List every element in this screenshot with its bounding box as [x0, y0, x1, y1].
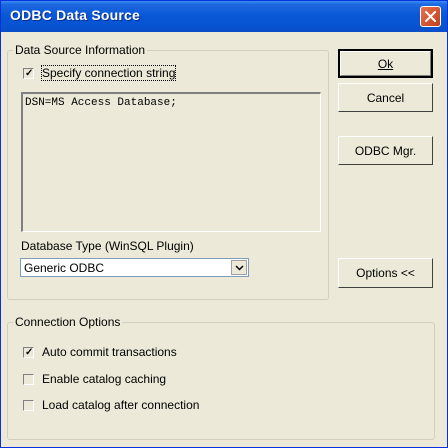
ok-button-label: Ok — [377, 56, 394, 71]
connection-string-textarea[interactable]: DSN=MS Access Database; — [21, 92, 321, 232]
window-title: ODBC Data Source — [10, 7, 141, 23]
specify-connection-string-label: Specify connection string — [40, 65, 177, 81]
connection-string-text: DSN=MS Access Database; — [25, 97, 177, 109]
chevron-down-icon — [234, 264, 244, 271]
options-button-label: Options << — [356, 266, 415, 280]
load-catalog-after-connection-label: Load catalog after connection — [42, 398, 200, 412]
close-icon — [425, 11, 436, 22]
ok-button[interactable]: Ok — [338, 49, 433, 78]
enable-catalog-caching-checkbox[interactable]: Enable catalog caching — [23, 372, 166, 386]
checkbox-box[interactable] — [23, 399, 34, 411]
checkbox-box[interactable]: ✓ — [23, 346, 34, 358]
check-mark-icon: ✓ — [25, 346, 34, 358]
cancel-button[interactable]: Cancel — [338, 83, 433, 112]
database-type-value: Generic ODBC — [24, 261, 105, 275]
odbc-manager-button-label: ODBC Mgr. — [354, 143, 417, 158]
auto-commit-label: Auto commit transactions — [42, 345, 177, 359]
auto-commit-checkbox[interactable]: ✓ Auto commit transactions — [23, 345, 177, 359]
odbc-manager-button[interactable]: ODBC Mgr. — [338, 136, 433, 165]
checkbox-box[interactable]: ✓ — [23, 67, 34, 79]
cancel-button-label: Cancel — [366, 90, 405, 105]
database-type-label: Database Type (WinSQL Plugin) — [21, 239, 194, 253]
checkbox-box[interactable] — [23, 373, 34, 385]
odbc-data-source-dialog: ODBC Data Source Data Source Information… — [0, 0, 448, 448]
options-button[interactable]: Options << — [338, 258, 433, 288]
title-bar[interactable]: ODBC Data Source — [1, 1, 447, 32]
database-type-combobox[interactable]: Generic ODBC — [20, 258, 249, 277]
dropdown-button[interactable] — [231, 260, 247, 275]
enable-catalog-caching-label: Enable catalog caching — [42, 372, 167, 386]
specify-connection-string-checkbox[interactable]: ✓ Specify connection string — [23, 65, 177, 81]
check-mark-icon: ✓ — [25, 67, 34, 79]
dialog-body: Data Source Information ✓ Specify connec… — [4, 32, 444, 445]
close-button[interactable] — [420, 6, 441, 27]
data-source-information-legend: Data Source Information — [13, 43, 148, 57]
connection-options-legend: Connection Options — [13, 315, 123, 329]
load-catalog-after-connection-checkbox[interactable]: Load catalog after connection — [23, 398, 199, 412]
